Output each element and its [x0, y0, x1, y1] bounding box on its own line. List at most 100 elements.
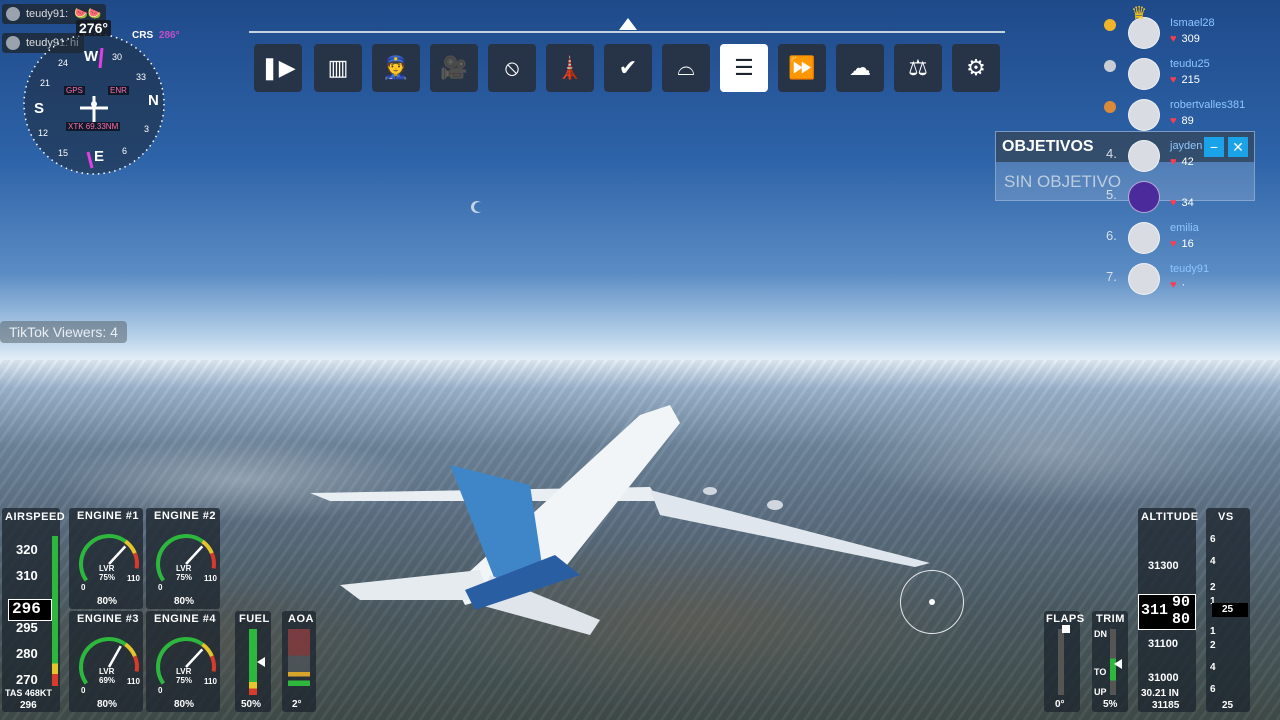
vs-tick: 2: [1210, 582, 1216, 593]
tower-icon: 🗼: [556, 55, 584, 80]
chat-avatar: [6, 7, 20, 21]
list-icon: ☰: [734, 55, 754, 80]
compass-rose: 276° N W S E 30 33 24 21 12 15 3 6 GPS E…: [18, 20, 170, 180]
compass-tick: 6: [122, 146, 128, 156]
compass-tick: 24: [58, 58, 69, 68]
moon: [474, 202, 484, 212]
engine-scale-min: 0: [81, 583, 86, 592]
heart-icon: ♥: [1170, 33, 1177, 45]
engine-scale-min: 0: [158, 583, 163, 592]
toolbar-weather-button[interactable]: ☁: [836, 44, 884, 92]
toolbar-track: [249, 31, 1005, 33]
vs-label: VS: [1218, 511, 1234, 523]
heart-icon: ♥: [1170, 238, 1177, 250]
flaps-handle: [1062, 625, 1070, 633]
airplane: [310, 405, 930, 635]
engine-mode: LVR: [176, 564, 192, 573]
compass-icon: ⦸: [504, 55, 520, 80]
engine-scale-max: 110: [204, 574, 217, 583]
aoa-label: AOA: [288, 613, 314, 625]
airspeed-tick: 310: [16, 568, 38, 583]
leaderboard-entry: ♛ Ismael28 ♥ 309: [1100, 3, 1270, 49]
engine-scale-max: 110: [127, 677, 140, 686]
engine-lever: 75%: [176, 676, 193, 685]
avatar: [1128, 222, 1160, 254]
vs-tick: 4: [1210, 662, 1216, 673]
compass-tick: 3: [144, 124, 150, 134]
toolbar-weight-button[interactable]: ⚖: [894, 44, 942, 92]
toolbar-caret-icon[interactable]: [619, 18, 637, 30]
airspeed-tick: 280: [16, 646, 38, 661]
altitude-label: ALTITUDE: [1141, 511, 1199, 523]
leaderboard-rank: 7.: [1106, 269, 1117, 284]
fuel-bar: [249, 629, 257, 695]
engine-gauge: ENGINE #4 LVR 75% 0 110 80%: [146, 611, 220, 712]
heart-icon: ♥: [1170, 279, 1177, 291]
compass-tick: 12: [38, 128, 49, 138]
toolbar-fast-forward-button[interactable]: ⏩: [778, 44, 826, 92]
leaderboard-score-value: 215: [1181, 74, 1200, 86]
airspeed-tick: 320: [16, 542, 38, 557]
crs-label: CRS: [132, 30, 154, 41]
compass-south: S: [34, 100, 45, 117]
crs-value: 286°: [158, 30, 180, 41]
gear-icon: ⚙: [966, 55, 986, 80]
medal-icon: [1104, 60, 1116, 72]
trim-value: 5%: [1103, 699, 1118, 710]
airspeed-bottom: 296: [20, 700, 37, 711]
play-pause-icon: ❚▶: [260, 55, 296, 80]
altitude-current-lo-bot: 80: [1172, 611, 1191, 628]
camera-icon: 🎥: [440, 55, 468, 80]
altitude-bottom: 31185: [1152, 700, 1180, 711]
toolbar-pause-play-button[interactable]: ❚▶: [254, 44, 302, 92]
compass-tick: 15: [58, 148, 69, 158]
reticle-dot: [929, 599, 935, 605]
airspeed-tas: TAS 468KT: [5, 688, 52, 698]
fuel-label: FUEL: [239, 613, 270, 625]
heart-icon: ♥: [1170, 115, 1177, 127]
toolbar-checklist-button[interactable]: ✔: [604, 44, 652, 92]
toolbar-nav-map-button[interactable]: ▥: [314, 44, 362, 92]
trim-gauge: TRIM DN TO UP 5%: [1092, 611, 1128, 712]
engine-label: ENGINE #2: [154, 510, 216, 522]
toolbar-cockpit-button[interactable]: ⌓: [662, 44, 710, 92]
vs-tick: 6: [1210, 684, 1216, 695]
aoa-bar: [288, 629, 310, 695]
cloud-icon: ☁: [849, 55, 871, 80]
altitude-baro: 30.21 IN: [1141, 688, 1179, 699]
engine-scale-min: 0: [81, 686, 86, 695]
aoa-gauge: AOA 2°: [282, 611, 316, 712]
vs-current: 25: [1222, 604, 1234, 615]
compass-tick: 21: [40, 78, 51, 88]
toolbar-camera-button[interactable]: 🎥: [430, 44, 478, 92]
toolbar-settings-button[interactable]: ⚙: [952, 44, 1000, 92]
map-icon: ▥: [327, 55, 349, 80]
toolbar-atc-button[interactable]: 👮: [372, 44, 420, 92]
trim-dn: DN: [1094, 629, 1107, 639]
leaderboard-name: jayden: [1170, 140, 1203, 152]
engine-mode: LVR: [99, 564, 115, 573]
altitude-current-hi: 311: [1141, 602, 1169, 619]
toolbar-navlog-button[interactable]: ⦸: [488, 44, 536, 92]
leaderboard-score: ♥ 34: [1170, 197, 1194, 209]
engine-scale-max: 110: [204, 677, 217, 686]
engine-mode: LVR: [176, 667, 192, 676]
toolbar-objectives-button[interactable]: ☰: [720, 44, 768, 92]
altitude-current-lo-top: 90: [1172, 594, 1191, 611]
view-reticle[interactable]: [900, 570, 964, 634]
flaps-track: [1058, 629, 1064, 695]
leaderboard-score-value: 89: [1181, 115, 1194, 127]
toolbar-tower-button[interactable]: 🗼: [546, 44, 594, 92]
leaderboard-name: emilia: [1170, 222, 1199, 234]
leaderboard-entry: 6. emilia ♥ 16: [1100, 220, 1270, 254]
engine-label: ENGINE #1: [77, 510, 139, 522]
airspeed-tick: 295: [16, 620, 38, 635]
leaderboard-name: teudu25: [1170, 58, 1210, 70]
flaps-label: FLAPS: [1046, 613, 1085, 625]
fuel-pointer: [257, 657, 265, 667]
leaderboard-entry: 4. jayden ♥ 42: [1100, 138, 1270, 172]
leaderboard-entry: 5. ♥ 34: [1100, 179, 1270, 213]
engine-n-value: 80%: [97, 596, 118, 607]
leaderboard-score: ♥ ·: [1170, 279, 1185, 291]
avatar: [1128, 263, 1160, 295]
